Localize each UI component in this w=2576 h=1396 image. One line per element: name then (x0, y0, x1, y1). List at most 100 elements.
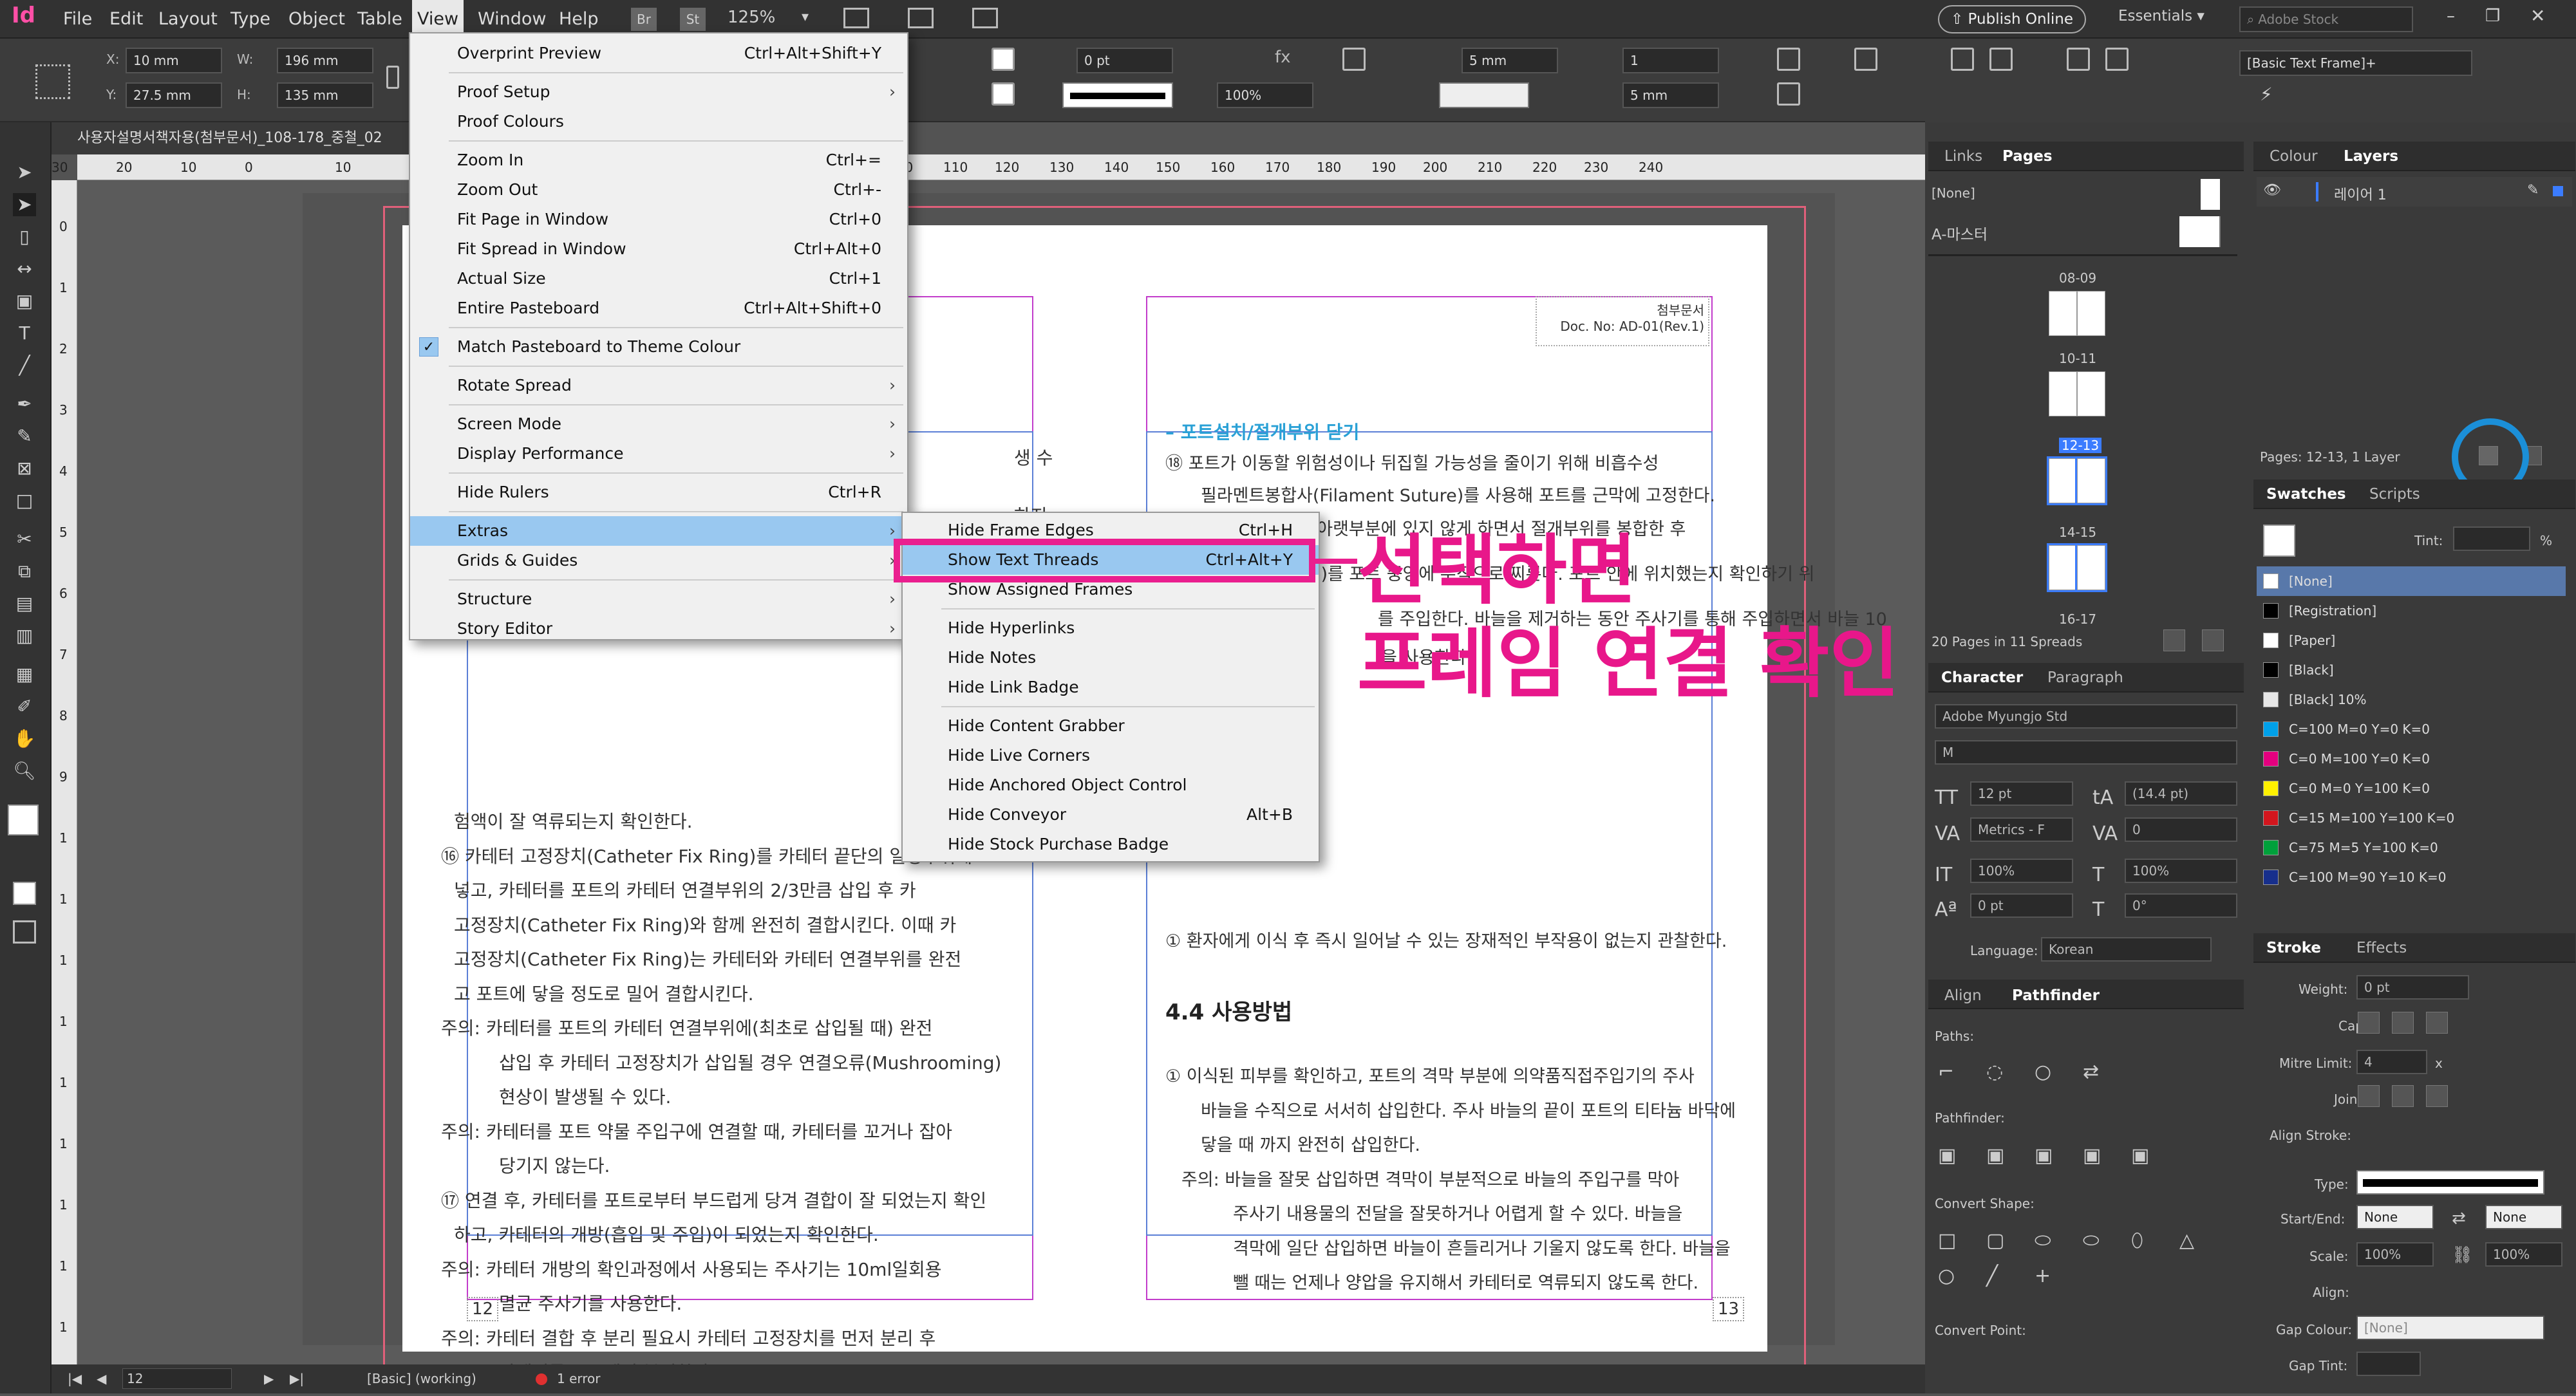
kerning-field[interactable]: Metrics - F (1970, 817, 2073, 842)
swatch-item[interactable]: C=0 M=0 Y=100 K=0 (2257, 774, 2566, 803)
menu-item-entire-pasteboard[interactable]: Entire Pasteboard Ctrl+Alt+Shift+0 (410, 293, 907, 323)
bridge-button[interactable]: Br (631, 8, 657, 31)
baseline-field[interactable]: 0 pt (1970, 893, 2073, 918)
gutter-field-2[interactable]: 5 mm (1622, 82, 1719, 108)
round-join-icon[interactable] (2392, 1085, 2414, 1107)
menu-table[interactable]: Table (357, 0, 402, 39)
menu-item-match-pasteboard-to-theme-colour[interactable]: ✓ Match Pasteboard to Theme Colour (410, 332, 907, 362)
pen-tool-icon[interactable]: ✒ (13, 393, 36, 416)
page-thumbnail[interactable] (2049, 371, 2077, 416)
stroke-type-dropdown[interactable] (1062, 82, 1173, 108)
menu-item-rotate-spread[interactable]: Rotate Spread › (410, 371, 907, 400)
prev-page-icon[interactable]: ◀ (97, 1364, 106, 1393)
menu-object[interactable]: Object (288, 0, 345, 39)
horizontal-scale-field[interactable]: 100% (2125, 859, 2237, 883)
menu-type[interactable]: Type (230, 0, 270, 39)
page-thumbnail[interactable] (2075, 543, 2107, 592)
note-tool-icon[interactable]: ▦ (13, 663, 36, 686)
language-dropdown[interactable]: Korean (2041, 937, 2212, 962)
align-right-icon[interactable] (1989, 48, 2013, 71)
stroke-none-icon[interactable] (992, 82, 1015, 106)
page-number-field[interactable]: 12 (122, 1368, 232, 1389)
layer-row[interactable]: 👁︎ 레이어 1 ✎ (2257, 177, 2572, 207)
gutter-field[interactable]: 5 mm (1462, 48, 1558, 73)
start-arrow-dropdown[interactable]: None (2356, 1205, 2434, 1229)
spread-label[interactable]: 14-15 (2059, 525, 2096, 540)
font-style-field[interactable]: M (1935, 740, 2237, 765)
screen-mode-icon[interactable] (908, 8, 934, 28)
x-field[interactable]: 10 mm (126, 48, 222, 73)
swatch-item[interactable]: [Black] (2257, 655, 2566, 685)
close-icon[interactable]: ✕ (2530, 5, 2545, 26)
subtract-shape-icon[interactable]: ▣ (1986, 1144, 2004, 1167)
tab-scripts[interactable]: Scripts (2369, 479, 2420, 509)
none-master[interactable]: [None] (1932, 185, 1975, 201)
tab-paragraph[interactable]: Paragraph (2047, 663, 2123, 693)
tint-field[interactable] (2453, 526, 2530, 551)
reverse-path-icon[interactable]: ⇄ (2083, 1061, 2099, 1083)
delete-page-icon[interactable] (2202, 629, 2224, 651)
menu-item-hide-hyperlinks[interactable]: Hide Hyperlinks (903, 613, 1319, 643)
scale-start-field[interactable]: 100% (2356, 1242, 2434, 1267)
menu-item-overprint-preview[interactable]: Overprint Preview Ctrl+Alt+Shift+Y (410, 39, 907, 68)
swatch-item[interactable]: [Black] 10% (2257, 685, 2566, 714)
convert-inverse-icon[interactable]: ⬭ (2083, 1229, 2100, 1252)
horizontal-ruler[interactable]: 3020100101001101201301401501601701801902… (52, 154, 1925, 180)
spread-label[interactable]: 10-11 (2059, 351, 2096, 366)
scissors-tool-icon[interactable]: ✂ (13, 528, 36, 551)
menu-item-hide-link-badge[interactable]: Hide Link Badge (903, 673, 1319, 702)
stock-button[interactable]: St (680, 8, 706, 31)
tab-layers[interactable]: Layers (2344, 142, 2398, 171)
swatch-item[interactable]: C=0 M=100 Y=0 K=0 (2257, 744, 2566, 774)
align-bottom-icon[interactable] (1777, 82, 1800, 106)
spread-label[interactable]: 08-09 (2059, 270, 2096, 286)
swap-arrows-icon[interactable]: ⇄ (2452, 1209, 2466, 1228)
selection-tool-icon[interactable]: ➤ (13, 161, 36, 184)
gap-tint-field[interactable] (2356, 1352, 2421, 1376)
vertical-scale-field[interactable]: 100% (1970, 859, 2073, 883)
page-thumbnail[interactable] (2047, 456, 2079, 505)
gap-colour-dropdown[interactable]: [None] (2356, 1316, 2544, 1340)
page-thumbnail[interactable] (2077, 371, 2105, 416)
page-tool-icon[interactable]: ▯ (13, 225, 36, 248)
distribute-icon[interactable] (1854, 48, 1877, 71)
scale-end-field[interactable]: 100% (2485, 1242, 2562, 1267)
tab-character[interactable]: Character (1941, 663, 2023, 693)
hand-tool-icon[interactable]: ✋ (13, 727, 36, 750)
square-cap-icon[interactable] (2426, 1012, 2448, 1034)
next-page-icon[interactable]: ▶ (264, 1364, 274, 1393)
round-cap-icon[interactable] (2392, 1012, 2414, 1034)
text-wrap-swatch[interactable] (1439, 82, 1529, 108)
align-center-icon[interactable] (1951, 48, 1974, 71)
zoom-dropdown-icon[interactable]: ▾ (802, 9, 809, 25)
minus-back-icon[interactable]: ▣ (2131, 1144, 2149, 1167)
stock-search-input[interactable]: ⌕ Adobe Stock (2239, 6, 2413, 32)
stroke-type-select[interactable] (2356, 1170, 2544, 1195)
leading-field[interactable]: (14.4 pt) (2125, 781, 2237, 806)
menu-edit[interactable]: Edit (109, 0, 143, 39)
content-collector-icon[interactable]: ▣ (13, 290, 36, 313)
fill-none-icon[interactable] (992, 48, 1015, 71)
eye-icon[interactable]: 👁︎ (2263, 182, 2281, 198)
spread-label[interactable]: 16-17 (2059, 611, 2096, 627)
eyedropper-tool-icon[interactable]: ✐ (13, 695, 36, 718)
menu-item-hide-rulers[interactable]: Hide Rulers Ctrl+R (410, 478, 907, 507)
menu-item-zoom-in[interactable]: Zoom In Ctrl+= (410, 145, 907, 175)
tab-pathfinder[interactable]: Pathfinder (2012, 981, 2100, 1010)
weight-field[interactable]: 0 pt (2356, 975, 2469, 1000)
screen-mode-tool-icon[interactable] (13, 920, 36, 944)
menu-layout[interactable]: Layout (158, 0, 218, 39)
rectangle-tool-icon[interactable]: □ (13, 489, 36, 512)
menu-item-grids-guides[interactable]: Grids & Guides › (410, 546, 907, 575)
page-thumbnail[interactable] (2047, 543, 2079, 592)
convert-rectangle-icon[interactable]: □ (1938, 1229, 1956, 1252)
free-transform-icon[interactable]: ⧉ (13, 560, 36, 583)
tab-align[interactable]: Align (1944, 981, 1982, 1010)
fill-stroke-swatch[interactable] (8, 805, 39, 835)
zoom-tool-icon[interactable]: 🔍︎ (13, 759, 36, 783)
line-tool-icon[interactable]: ╱ (13, 354, 36, 377)
gradient-tool-icon[interactable]: ▤ (13, 592, 36, 615)
menu-item-hide-conveyor[interactable]: Hide Conveyor Alt+B (903, 800, 1319, 830)
convert-polygon-icon[interactable]: ○ (1938, 1265, 1955, 1287)
menu-file[interactable]: File (63, 0, 92, 39)
